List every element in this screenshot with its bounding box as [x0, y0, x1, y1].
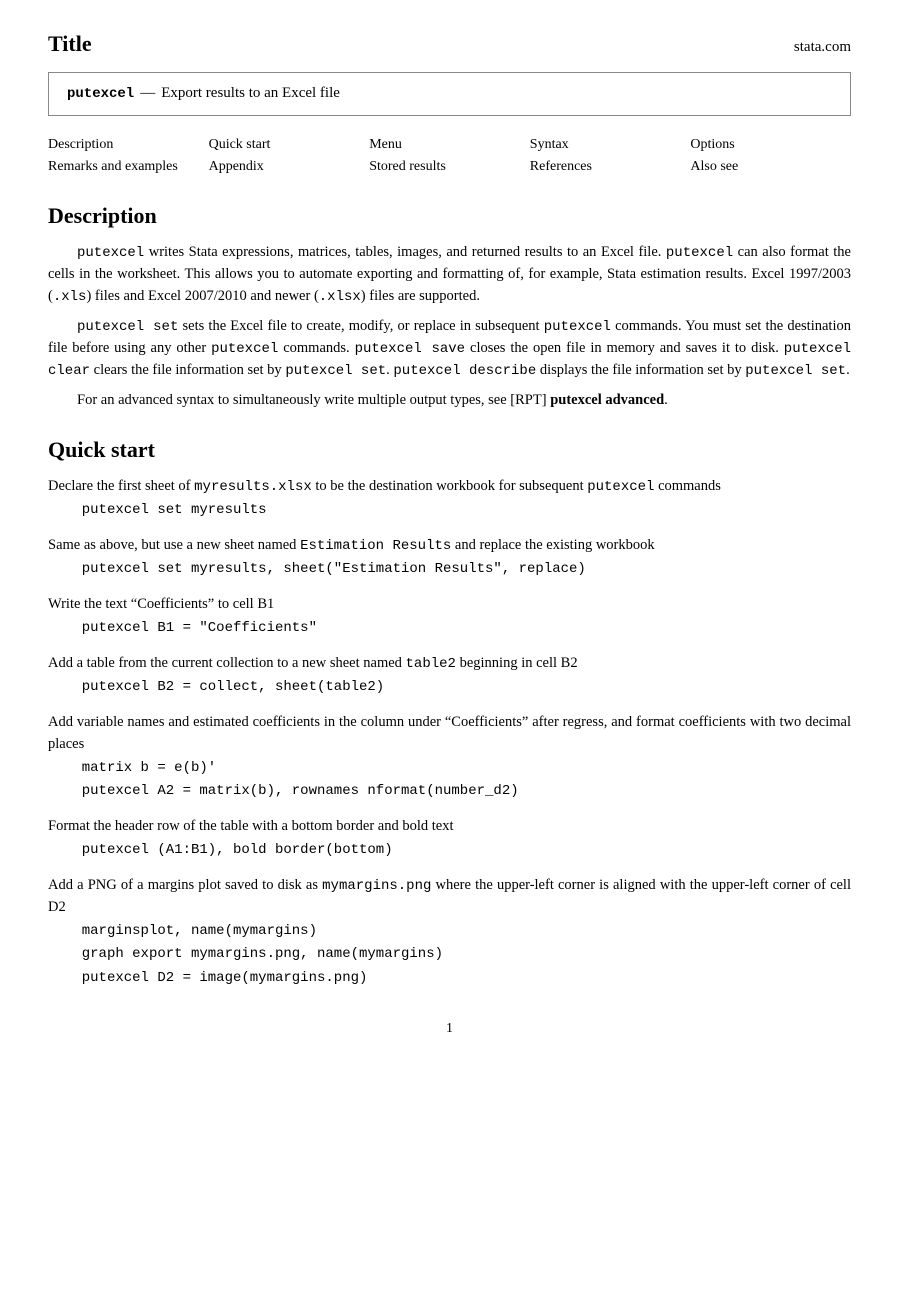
command-name: putexcel: [67, 84, 134, 104]
page: Title stata.com putexcel — Export result…: [0, 0, 899, 1315]
qs-1-cmd: putexcel: [587, 479, 654, 495]
qs-desc-3: Write the text “Coefficients” to cell B1: [48, 594, 851, 616]
nav-quick-start[interactable]: Quick start: [209, 134, 370, 156]
qs-code-5b-text: putexcel A2 = matrix(b), rownames nforma…: [82, 783, 519, 799]
qs-item-6: Format the header row of the table with …: [48, 816, 851, 861]
qs-desc-7: Add a PNG of a margins plot saved to dis…: [48, 875, 851, 919]
putexcel-set-ref-2: putexcel set: [285, 363, 386, 379]
qs-item-3: Write the text “Coefficients” to cell B1…: [48, 594, 851, 639]
xlsx-ext: .xlsx: [319, 289, 361, 305]
putexcel-describe-ref: putexcel describe: [393, 363, 536, 379]
qs-code-7c-text: putexcel D2 = image(mymargins.png): [82, 970, 368, 986]
qs-1-file: myresults.xlsx: [194, 479, 312, 495]
qs-code-3-text: putexcel B1 = "Coefficients": [82, 620, 317, 636]
putexcel-ref-3: putexcel: [544, 319, 611, 335]
qs-code-5b: putexcel A2 = matrix(b), rownames nforma…: [82, 781, 851, 802]
qs-code-7a-text: marginsplot, name(mymargins): [82, 923, 317, 939]
nav-also-see[interactable]: Also see: [690, 156, 851, 178]
qs-code-2-text: putexcel set myresults, sheet("Estimatio…: [82, 561, 586, 577]
qs-item-4: Add a table from the current collection …: [48, 653, 851, 698]
qs-code-7b: graph export mymargins.png, name(mymargi…: [82, 944, 851, 965]
description-para-2: putexcel set sets the Excel file to crea…: [48, 316, 851, 382]
qs-desc-2: Same as above, but use a new sheet named…: [48, 535, 851, 557]
nav-description[interactable]: Description: [48, 134, 209, 156]
qs-code-7c: putexcel D2 = image(mymargins.png): [82, 968, 851, 989]
description-body: putexcel writes Stata expressions, matri…: [48, 242, 851, 412]
qs-code-6-text: putexcel (A1:B1), bold border(bottom): [82, 842, 393, 858]
title-box: putexcel — Export results to an Excel fi…: [48, 72, 851, 116]
title-separator: —: [140, 83, 155, 105]
nav-options[interactable]: Options: [690, 134, 851, 156]
qs-code-1: putexcel set myresults: [82, 500, 851, 521]
nav-row-1: Description Quick start Menu Syntax Opti…: [48, 134, 851, 156]
qs-code-4-text: putexcel B2 = collect, sheet(table2): [82, 679, 384, 695]
title-description: Export results to an Excel file: [161, 83, 340, 105]
qs-desc-1: Declare the first sheet of myresults.xls…: [48, 476, 851, 498]
putexcel-advanced-ref: putexcel advanced: [550, 392, 664, 408]
qs-item-1: Declare the first sheet of myresults.xls…: [48, 476, 851, 521]
qs-item-2: Same as above, but use a new sheet named…: [48, 535, 851, 580]
qs-code-1-text: putexcel set myresults: [82, 502, 267, 518]
nav-syntax[interactable]: Syntax: [530, 134, 691, 156]
description-heading: Description: [48, 200, 851, 232]
qs-item-7: Add a PNG of a margins plot saved to dis…: [48, 875, 851, 989]
page-footer: 1: [48, 1019, 851, 1039]
nav-menu[interactable]: Menu: [369, 134, 530, 156]
description-para-3: For an advanced syntax to simultaneously…: [48, 390, 851, 412]
qs-desc-4: Add a table from the current collection …: [48, 653, 851, 675]
nav-table: Description Quick start Menu Syntax Opti…: [48, 134, 851, 179]
putexcel-ref-4: putexcel: [211, 341, 278, 357]
qs-7-file: mymargins.png: [322, 878, 431, 894]
nav-stored-results[interactable]: Stored results: [369, 156, 530, 178]
nav-references[interactable]: References: [530, 156, 691, 178]
qs-code-7a: marginsplot, name(mymargins): [82, 921, 851, 942]
page-header: Title stata.com: [48, 28, 851, 60]
qs-code-2: putexcel set myresults, sheet("Estimatio…: [82, 559, 851, 580]
qs-item-5: Add variable names and estimated coeffic…: [48, 712, 851, 802]
stata-com-label: stata.com: [794, 37, 851, 59]
quick-start-heading: Quick start: [48, 434, 851, 466]
putexcel-set-ref: putexcel set: [77, 319, 178, 335]
qs-code-6: putexcel (A1:B1), bold border(bottom): [82, 840, 851, 861]
qs-code-5a: matrix b = e(b)': [82, 758, 851, 779]
putexcel-save-ref: putexcel save: [355, 341, 466, 357]
qs-2-sheet: Estimation Results: [300, 538, 451, 554]
title-box-inner: putexcel — Export results to an Excel fi…: [67, 83, 832, 105]
qs-desc-5: Add variable names and estimated coeffic…: [48, 712, 851, 756]
qs-4-sheet: table2: [406, 656, 456, 672]
nav-remarks[interactable]: Remarks and examples: [48, 156, 209, 178]
xls-ext: .xls: [53, 289, 87, 305]
description-para-1: putexcel writes Stata expressions, matri…: [48, 242, 851, 308]
page-title: Title: [48, 28, 92, 60]
qs-code-7b-text: graph export mymargins.png, name(mymargi…: [82, 946, 443, 962]
putexcel-ref-2: putexcel: [666, 245, 733, 261]
qs-code-3: putexcel B1 = "Coefficients": [82, 618, 851, 639]
qs-code-4: putexcel B2 = collect, sheet(table2): [82, 677, 851, 698]
page-number: 1: [446, 1021, 453, 1036]
nav-appendix[interactable]: Appendix: [209, 156, 370, 178]
nav-row-2: Remarks and examples Appendix Stored res…: [48, 156, 851, 178]
putexcel-ref-1: putexcel: [77, 245, 144, 261]
putexcel-set-ref-3: putexcel set: [745, 363, 846, 379]
qs-code-5a-text: matrix b = e(b)': [82, 760, 216, 776]
qs-desc-6: Format the header row of the table with …: [48, 816, 851, 838]
